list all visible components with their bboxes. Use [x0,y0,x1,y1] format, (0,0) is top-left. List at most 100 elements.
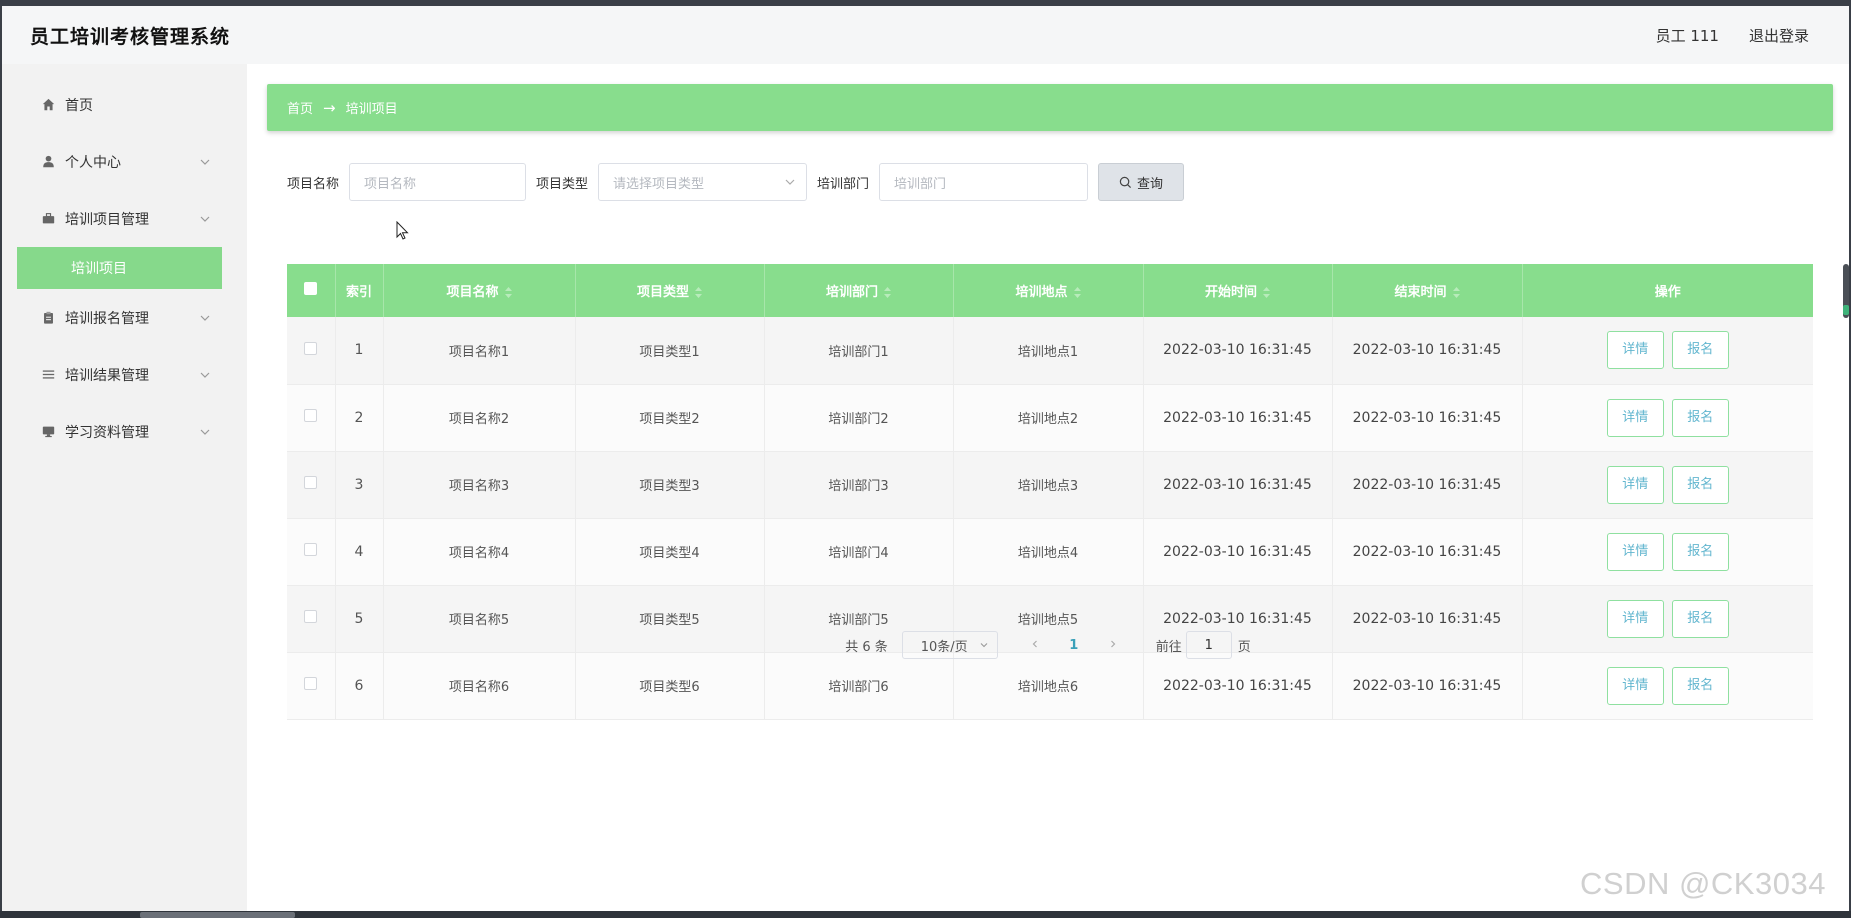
row-checkbox-cell [287,518,336,586]
project-name-placeholder: 项目名称 [364,176,417,192]
search-button[interactable]: 查询 [1098,163,1185,201]
row-checkbox[interactable] [304,543,318,556]
column-header-label: 项目名称 [446,285,499,300]
cell-start-time: 2022-03-10 16:31:45 [1143,317,1333,385]
sidebar-item-result-management[interactable]: 培训结果管理 [17,346,222,403]
cell-dept: 培训部门3 [764,451,954,519]
sidebar-item-label: 培训项目管理 [65,211,149,228]
window-bottom-bar [0,911,1851,918]
row-checkbox[interactable] [304,341,318,355]
breadcrumb-home-link[interactable]: 首页 [287,98,313,117]
cell-name: 项目名称3 [383,451,576,519]
sidebar: 首页 个人中心 培训项目管理 培训项目 培训报名管理 培训结果管理 学习资料管理 [2,64,247,911]
select-all-checkbox[interactable] [304,282,318,295]
detail-button[interactable]: 详情 [1606,532,1664,571]
horizontal-scrollbar[interactable] [140,912,295,918]
detail-button[interactable]: 详情 [1606,398,1664,437]
sidebar-item-materials-management[interactable]: 学习资料管理 [17,403,222,460]
column-header-label: 培训地点 [1015,285,1068,300]
sort-icon[interactable] [695,287,702,298]
cell-name: 项目名称1 [383,317,576,385]
table-row: 1 项目名称1 项目类型1 培训部门1 培训地点1 2022-03-10 16:… [287,317,1813,385]
cell-index: 1 [335,317,384,385]
sidebar-item-label: 学习资料管理 [65,424,149,441]
detail-button[interactable]: 详情 [1606,331,1664,370]
row-checkbox[interactable] [304,610,318,623]
sidebar-item-enrollment-management[interactable]: 培训报名管理 [17,289,222,346]
row-checkbox-cell [287,652,336,720]
cell-place: 培训地点4 [953,518,1144,586]
cell-index: 4 [335,518,384,586]
column-header-end-time[interactable]: 结束时间 [1332,264,1523,317]
cell-place: 培训地点1 [953,317,1144,385]
sidebar-menu: 首页 个人中心 培训项目管理 培训项目 培训报名管理 培训结果管理 学习资料管理 [17,76,222,460]
page-size-select[interactable]: 10条/页 [901,631,998,659]
sort-icon[interactable] [1452,287,1460,298]
breadcrumb-current: 培训项目 [345,102,398,117]
enroll-button[interactable]: 报名 [1671,398,1729,437]
column-header-label: 开始时间 [1204,285,1257,300]
column-header-type[interactable]: 项目类型 [575,264,765,317]
sidebar-item-training-projects[interactable]: 培训项目 [17,247,222,289]
cell-place: 培训地点6 [953,652,1144,720]
sidebar-item-label: 培训报名管理 [65,310,149,327]
column-header-place[interactable]: 培训地点 [953,264,1144,317]
cell-type: 项目类型3 [575,451,765,519]
column-header-dept[interactable]: 培训部门 [764,264,954,317]
page-number-current[interactable]: 1 [1050,638,1098,653]
chevron-down-icon [200,216,210,222]
sort-icon[interactable] [1263,287,1270,298]
main-content: 首页 → 培训项目 项目名称 项目名称 项目类型 请选择项目类型 培训部门 培训… [247,64,1849,911]
row-checkbox[interactable] [304,409,318,422]
chevron-left-icon [1032,640,1037,647]
training-dept-input[interactable]: 培训部门 [879,163,1089,201]
column-header-index: 索引 [335,264,384,317]
user-icon [41,155,55,169]
project-type-select[interactable]: 请选择项目类型 [598,163,808,201]
sidebar-item-project-management[interactable]: 培训项目管理 [17,190,222,247]
chevron-down-icon [200,372,210,378]
table-row: 2 项目名称2 项目类型2 培训部门2 培训地点2 2022-03-10 16:… [287,384,1813,452]
row-checkbox[interactable] [304,476,318,489]
detail-button[interactable]: 详情 [1606,666,1664,705]
cell-actions: 详情 报名 [1522,451,1813,519]
clipboard-icon [41,311,55,325]
project-type-placeholder: 请选择项目类型 [613,176,705,192]
prev-page-button[interactable] [1020,638,1050,653]
enroll-button[interactable]: 报名 [1671,331,1729,370]
cell-end-time: 2022-03-10 16:31:45 [1332,384,1523,452]
cell-end-time: 2022-03-10 16:31:45 [1332,518,1523,586]
monitor-icon [41,425,55,439]
cell-dept: 培训部门2 [764,384,954,452]
sidebar-item-home[interactable]: 首页 [17,76,222,133]
logout-button[interactable]: 退出登录 [1749,25,1809,46]
chevron-down-icon [200,315,210,321]
detail-button[interactable]: 详情 [1606,465,1664,504]
cell-type: 项目类型4 [575,518,765,586]
sidebar-item-personal-center[interactable]: 个人中心 [17,133,222,190]
goto-page-input[interactable]: 1 [1185,631,1232,659]
table-row: 3 项目名称3 项目类型3 培训部门3 培训地点3 2022-03-10 16:… [287,451,1813,519]
current-user-label[interactable]: 员工 111 [1656,25,1719,46]
table-row: 4 项目名称4 项目类型4 培训部门4 培训地点4 2022-03-10 16:… [287,518,1813,586]
cell-index: 2 [335,384,384,452]
column-header-name[interactable]: 项目名称 [383,264,576,317]
cell-dept: 培训部门6 [764,652,954,720]
header-user-area: 员工 111 退出登录 [1656,25,1809,46]
search-button-label: 查询 [1137,176,1164,192]
enroll-button[interactable]: 报名 [1671,465,1729,504]
sort-icon[interactable] [504,287,512,298]
sort-icon[interactable] [1073,287,1081,298]
enroll-button[interactable]: 报名 [1671,532,1729,571]
cell-end-time: 2022-03-10 16:31:45 [1332,451,1523,519]
home-icon [41,98,55,112]
sort-icon[interactable] [884,287,891,298]
row-checkbox[interactable] [304,677,318,690]
enroll-button[interactable]: 报名 [1671,666,1729,705]
next-page-button[interactable] [1098,638,1128,653]
training-dept-label: 培训部门 [817,176,870,192]
cell-dept: 培训部门4 [764,518,954,586]
page-suffix-label: 页 [1237,639,1251,655]
project-name-input[interactable]: 项目名称 [349,163,527,201]
column-header-start-time[interactable]: 开始时间 [1143,264,1333,317]
